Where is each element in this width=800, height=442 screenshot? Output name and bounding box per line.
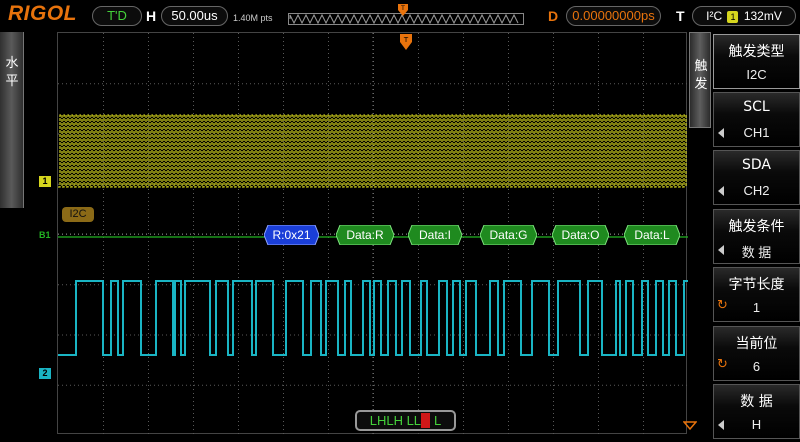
pattern-suffix: L <box>430 413 442 428</box>
ch2-level-marker[interactable]: 2 <box>39 368 51 379</box>
trigger-menu-tab[interactable]: 触 发 <box>689 32 711 128</box>
trigger-position-marker[interactable]: T <box>399 34 413 52</box>
menu-title: 触发条件 <box>728 219 785 235</box>
trigger-level: 132mV <box>743 9 782 23</box>
decode-frame-data: Data:R <box>336 225 394 245</box>
ch1-level-marker[interactable]: 1 <box>39 176 51 187</box>
timebase-value[interactable]: 50.00us <box>161 6 228 26</box>
trigger-type-text: I²C <box>706 9 723 23</box>
pattern-prefix: LHLH LL <box>369 413 422 428</box>
ch2-trace <box>58 280 688 356</box>
menu-title: 当前位 <box>735 336 778 352</box>
delay-label: D <box>548 8 559 24</box>
menu-value: CH2 <box>743 183 770 198</box>
right-tab-char-1: 触 <box>694 59 708 74</box>
decode-frame-data: Data:L <box>624 225 680 245</box>
horizontal-menu-tab[interactable]: 水 平 <box>0 32 24 208</box>
pattern-current-bit: H <box>421 413 431 428</box>
frame-text: Data:O <box>561 228 600 242</box>
menu-scl-source[interactable]: SCL CH1 <box>713 92 800 147</box>
decode-frame-data: Data:G <box>480 225 537 245</box>
left-tab-char-2: 平 <box>5 74 19 89</box>
menu-value: H <box>751 417 762 432</box>
frame-text: Data:L <box>634 228 670 242</box>
brand-logo: RIGOL <box>8 2 77 25</box>
bus-level-marker[interactable]: B1 <box>39 230 54 241</box>
menu-title: SDA <box>742 157 771 173</box>
decode-frame-data: Data:I <box>408 225 462 245</box>
menu-trigger-condition[interactable]: 触发条件 数 据 <box>713 209 800 264</box>
top-status-bar: RIGOL T'D H 50.00us 1.40M pts T D 0.0000… <box>0 0 800 32</box>
svg-text:T: T <box>403 36 409 44</box>
bus-label-tag: I2C <box>62 207 94 222</box>
menu-value: I2C <box>746 67 767 82</box>
ch1-trace <box>58 114 687 188</box>
frame-text: Data:R <box>346 228 384 242</box>
decode-frame-address: R:0x21 <box>264 225 319 245</box>
bus-marker-label: B1 <box>39 230 51 240</box>
menu-value: 1 <box>752 300 761 315</box>
trigger-source-badge: 1 <box>727 11 739 23</box>
frame-text: R:0x21 <box>272 228 311 242</box>
svg-text:T: T <box>400 5 405 12</box>
horizontal-label: H <box>146 8 157 24</box>
delay-value[interactable]: 0.00000000ps <box>566 6 661 26</box>
menu-current-bit[interactable]: 当前位 ↻ 6 <box>713 326 800 381</box>
menu-title: SCL <box>743 99 770 115</box>
left-tab-char-1: 水 <box>5 56 19 71</box>
frame-text: Data:G <box>489 228 528 242</box>
ch1-marker-label: 1 <box>42 176 48 186</box>
menu-value: 6 <box>752 359 761 374</box>
menu-data-bit[interactable]: 数 据 H <box>713 384 800 439</box>
right-tab-char-2: 发 <box>694 77 708 92</box>
menu-title: 触发类型 <box>728 44 785 60</box>
sample-points: 1.40M pts <box>233 13 273 23</box>
ch2-marker-label: 2 <box>42 368 48 378</box>
menu-value: 数 据 <box>741 245 772 260</box>
menu-trigger-type[interactable]: 触发类型 I2C <box>713 34 800 89</box>
menu-title: 数 据 <box>740 394 773 410</box>
decode-frame-data: Data:O <box>552 225 609 245</box>
trigger-pattern-status: LHLH LLH L <box>355 410 456 431</box>
trigger-settings[interactable]: I²C 1 132mV <box>692 6 796 26</box>
menu-value: CH1 <box>743 125 770 140</box>
menu-title: 字节长度 <box>728 277 785 293</box>
trigger-menu-panel: 触 发 触发类型 I2C SCL CH1 SDA CH2 触发条件 数 据 字节… <box>689 32 800 442</box>
menu-byte-length[interactable]: 字节长度 ↻ 1 <box>713 267 800 322</box>
trigger-position-icon: T <box>398 4 408 16</box>
run-status-badge[interactable]: T'D <box>92 6 142 26</box>
trigger-label: T <box>676 8 685 24</box>
menu-sda-source[interactable]: SDA CH2 <box>713 150 800 205</box>
frame-text: Data:I <box>418 228 451 242</box>
